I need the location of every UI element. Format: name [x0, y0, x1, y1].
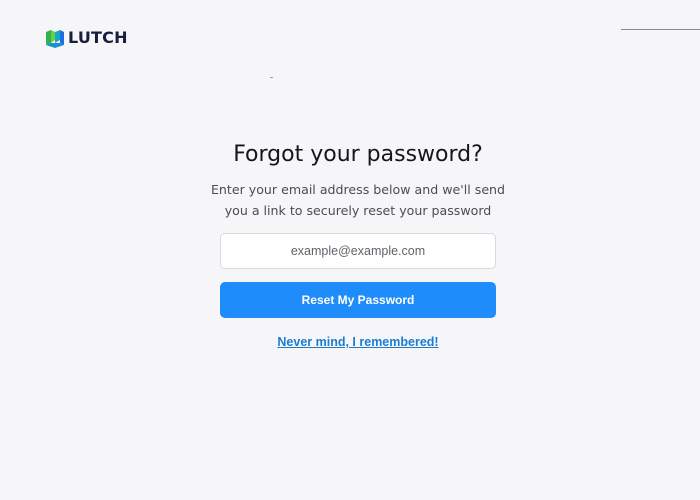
email-input[interactable] [220, 233, 496, 269]
top-divider-line [621, 29, 700, 30]
never-mind-link[interactable]: Never mind, I remembered! [277, 335, 438, 349]
page-title: Forgot your password? [233, 142, 483, 167]
subtitle-line-1: Enter your email address below and we'll… [210, 182, 506, 197]
lutch-logo-icon [46, 30, 64, 48]
reset-password-button[interactable]: Reset My Password [220, 282, 496, 318]
brand-logo[interactable]: LUTCH [45, 27, 128, 48]
decorative-mark [270, 77, 273, 78]
page-subtitle: Enter your email address below and we'll… [0, 179, 700, 221]
subtitle-line-2: you a link to securely reset your passwo… [224, 203, 492, 218]
cancel-link-container: Never mind, I remembered! [0, 334, 700, 350]
brand-name: LUTCH [68, 28, 128, 47]
